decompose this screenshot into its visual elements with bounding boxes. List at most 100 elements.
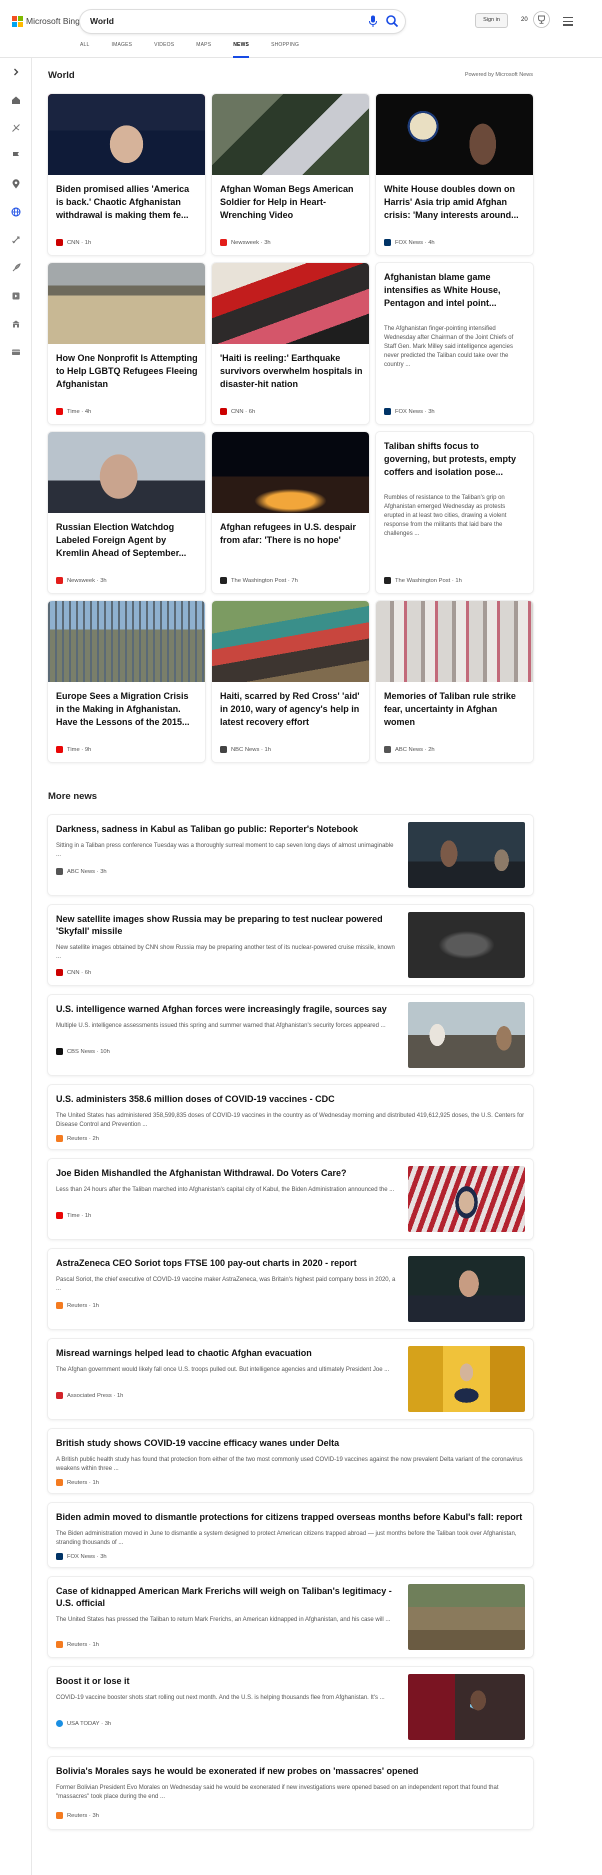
news-list-item[interactable]: New satellite images show Russia may be … <box>48 905 533 985</box>
microphone-icon[interactable] <box>368 15 378 28</box>
time-ago: 1h <box>116 1392 124 1399</box>
search-icon[interactable] <box>385 14 399 28</box>
news-item-title[interactable]: New satellite images show Russia may be … <box>56 913 396 937</box>
discover-icon[interactable] <box>8 120 24 136</box>
entertainment-icon[interactable] <box>8 288 24 304</box>
news-image <box>376 601 533 682</box>
location-pin-icon[interactable] <box>8 176 24 192</box>
news-card-text[interactable]: Taliban shifts focus to governing, but p… <box>376 432 533 593</box>
news-image <box>376 94 533 175</box>
powered-by-label: Powered by Microsoft News <box>464 72 533 78</box>
news-card-meta: FOX News · 3h <box>384 408 435 415</box>
news-list-item[interactable]: Misread warnings helped lead to chaotic … <box>48 1339 533 1419</box>
news-thumbnail <box>408 1346 525 1412</box>
news-card-title[interactable]: 'Haiti is reeling:' Earthquake survivors… <box>220 352 363 391</box>
news-list-item[interactable]: Boost it or lose it COVID-19 vaccine boo… <box>48 1667 533 1747</box>
technology-icon[interactable] <box>8 232 24 248</box>
news-card-title[interactable]: Biden promised allies 'America is back.'… <box>56 183 199 222</box>
time-ago: 2h <box>428 746 435 753</box>
news-card[interactable]: Haiti, scarred by Red Cross' 'aid' in 20… <box>212 601 369 762</box>
tab-videos[interactable]: VIDEOS <box>154 40 174 58</box>
news-card-title[interactable]: Afghan Woman Begs American Soldier for H… <box>220 183 363 222</box>
source-name: USA TODAY <box>67 1720 100 1727</box>
time-ago: 2h <box>92 1135 99 1142</box>
news-item-title[interactable]: Boost it or lose it <box>56 1675 130 1687</box>
news-image <box>212 601 369 682</box>
news-item-snippet: Less than 24 hours after the Taliban mar… <box>56 1187 395 1193</box>
news-card-title[interactable]: Haiti, scarred by Red Cross' 'aid' in 20… <box>220 690 363 729</box>
news-card[interactable]: How One Nonprofit Is Attempting to Help … <box>48 263 205 424</box>
news-list-item[interactable]: U.S. intelligence warned Afghan forces w… <box>48 995 533 1075</box>
news-list-item[interactable]: Bolivia's Morales says he would be exone… <box>48 1757 533 1829</box>
expand-chevron-icon[interactable] <box>8 64 24 80</box>
fox-news-logo-icon <box>384 408 391 415</box>
news-list-item[interactable]: AstraZeneca CEO Soriot tops FTSE 100 pay… <box>48 1249 533 1329</box>
microsoft-logo-icon <box>12 15 23 27</box>
news-item-meta: CNN · 6h <box>56 969 91 976</box>
rewards-trophy-icon[interactable] <box>533 11 550 28</box>
news-card[interactable]: Afghan refugees in U.S. despair from afa… <box>212 432 369 593</box>
news-card-title[interactable]: Europe Sees a Migration Crisis in the Ma… <box>56 690 199 729</box>
news-card[interactable]: Europe Sees a Migration Crisis in the Ma… <box>48 601 205 762</box>
news-list-item[interactable]: Joe Biden Mishandled the Afghanistan Wit… <box>48 1159 533 1239</box>
time-ago: 3h <box>428 408 435 415</box>
news-card-title[interactable]: How One Nonprofit Is Attempting to Help … <box>56 352 199 391</box>
news-item-meta: Reuters · 2h <box>56 1135 99 1142</box>
hamburger-menu-icon[interactable] <box>563 17 573 26</box>
news-item-title[interactable]: U.S. intelligence warned Afghan forces w… <box>56 1003 387 1015</box>
news-item-title[interactable]: Case of kidnapped American Mark Frerichs… <box>56 1585 396 1609</box>
tab-shopping[interactable]: SHOPPING <box>271 40 299 58</box>
news-item-title[interactable]: Darkness, sadness in Kabul as Taliban go… <box>56 823 358 835</box>
news-item-title[interactable]: U.S. administers 358.6 million doses of … <box>56 1093 335 1105</box>
search-box[interactable]: World <box>80 10 405 33</box>
news-item-title[interactable]: Bolivia's Morales says he would be exone… <box>56 1765 419 1777</box>
news-item-title[interactable]: Biden admin moved to dismantle protectio… <box>56 1511 522 1523</box>
business-icon[interactable] <box>8 316 24 332</box>
news-card[interactable]: White House doubles down on Harris' Asia… <box>376 94 533 255</box>
news-list-item[interactable]: Biden admin moved to dismantle protectio… <box>48 1503 533 1567</box>
tab-images[interactable]: IMAGES <box>112 40 133 58</box>
news-card-snippet: Rumbles of resistance to the Taliban's g… <box>384 495 507 537</box>
bing-logo[interactable]: Microsoft Bing <box>12 15 80 27</box>
news-list-item[interactable]: Case of kidnapped American Mark Frerichs… <box>48 1577 533 1657</box>
flag-icon[interactable] <box>8 148 24 164</box>
time-ago: 1h <box>455 577 462 584</box>
news-card-title[interactable]: White House doubles down on Harris' Asia… <box>384 183 527 222</box>
news-image <box>48 263 205 344</box>
news-card[interactable]: Biden promised allies 'America is back.'… <box>48 94 205 255</box>
news-item-title[interactable]: AstraZeneca CEO Soriot tops FTSE 100 pay… <box>56 1257 357 1269</box>
news-item-title[interactable]: British study shows COVID-19 vaccine eff… <box>56 1437 339 1449</box>
news-image <box>212 263 369 344</box>
money-icon[interactable] <box>8 344 24 360</box>
news-card-title[interactable]: Russian Election Watchdog Labeled Foreig… <box>56 521 199 560</box>
news-card[interactable]: Russian Election Watchdog Labeled Foreig… <box>48 432 205 593</box>
news-list-item[interactable]: Darkness, sadness in Kabul as Taliban go… <box>48 815 533 895</box>
source-name: Reuters <box>67 1135 88 1142</box>
news-card-text[interactable]: Afghanistan blame game intensifies as Wh… <box>376 263 533 424</box>
rewards-points[interactable]: 20 <box>521 13 528 28</box>
news-item-meta: FOX News · 3h <box>56 1553 107 1560</box>
tab-news[interactable]: NEWS <box>233 40 249 58</box>
news-item-title[interactable]: Misread warnings helped lead to chaotic … <box>56 1347 312 1359</box>
source-name: Time <box>67 746 80 753</box>
world-globe-icon[interactable] <box>8 204 24 220</box>
news-card-title[interactable]: Taliban shifts focus to governing, but p… <box>384 440 527 479</box>
news-card[interactable]: Afghan Woman Begs American Soldier for H… <box>212 94 369 255</box>
search-input[interactable]: World <box>90 16 114 26</box>
source-name: FOX News <box>67 1553 96 1560</box>
news-list-item[interactable]: British study shows COVID-19 vaccine eff… <box>48 1429 533 1493</box>
news-card[interactable]: Memories of Taliban rule strike fear, un… <box>376 601 533 762</box>
news-card[interactable]: 'Haiti is reeling:' Earthquake survivors… <box>212 263 369 424</box>
tab-maps[interactable]: MAPS <box>196 40 211 58</box>
news-card-title[interactable]: Afghan refugees in U.S. despair from afa… <box>220 521 363 547</box>
home-icon[interactable] <box>8 92 24 108</box>
news-card-title[interactable]: Memories of Taliban rule strike fear, un… <box>384 690 527 729</box>
news-list-item[interactable]: U.S. administers 358.6 million doses of … <box>48 1085 533 1149</box>
sign-in-button[interactable]: Sign in <box>475 13 508 28</box>
tab-all[interactable]: ALL <box>80 40 90 58</box>
time-logo-icon <box>56 1212 63 1219</box>
news-item-title[interactable]: Joe Biden Mishandled the Afghanistan Wit… <box>56 1167 346 1179</box>
news-card-title[interactable]: Afghanistan blame game intensifies as Wh… <box>384 271 527 310</box>
source-name: Reuters <box>67 1812 88 1819</box>
rocket-icon[interactable] <box>8 260 24 276</box>
